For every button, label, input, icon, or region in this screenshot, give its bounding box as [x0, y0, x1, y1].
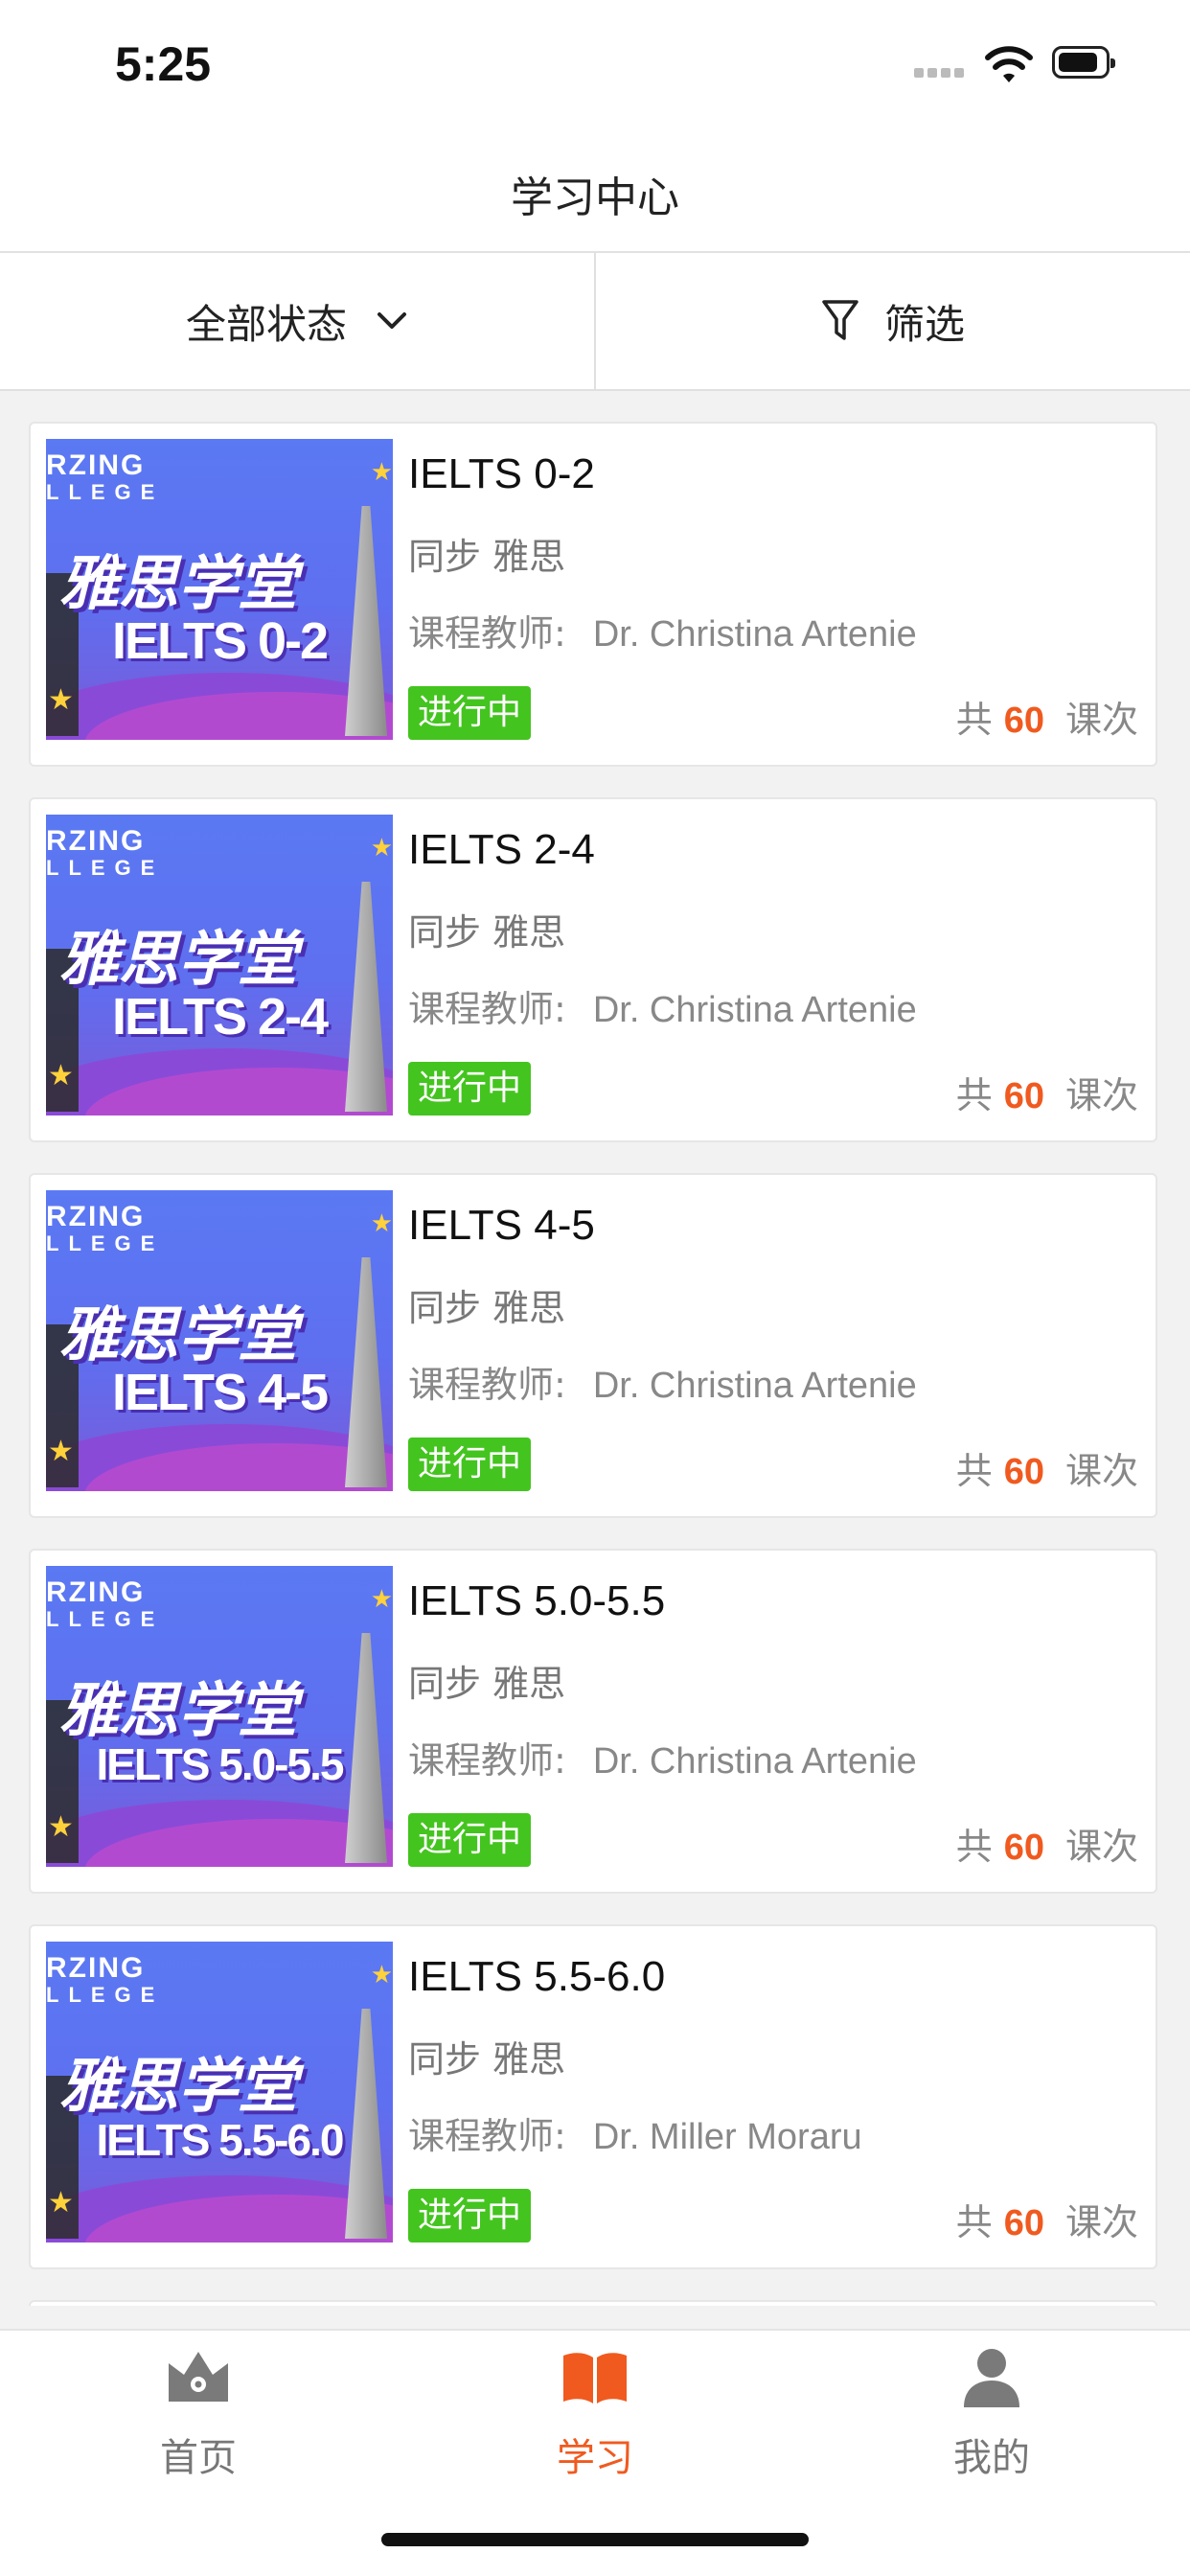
star-icon: ★: [48, 683, 74, 717]
course-thumbnail: RZING LLEGE 雅思学堂 IELTS 4-5 ★ ★: [46, 1190, 393, 1491]
thumb-level: IELTS 5.0-5.5: [96, 1739, 345, 1789]
status-bar: 5:25: [0, 0, 1190, 126]
course-card[interactable]: RZING LLEGE 雅思学堂 IELTS 5.0-5.5 ★ ★ IELTS …: [29, 1549, 1157, 1894]
thumb-level: IELTS 4-5: [111, 1364, 329, 1421]
tab-home[interactable]: 首页: [0, 2331, 397, 2503]
course-thumbnail: RZING LLEGE 雅思学堂 IELTS 5.5-6.0 ★ ★: [46, 1942, 393, 2242]
open-book-icon: [563, 2353, 627, 2404]
user-icon: [964, 2349, 1019, 2407]
course-card[interactable]: RZING LLEGE 雅思学堂 IELTS 0-2 ★ ★ IELTS 0-2 …: [29, 422, 1157, 767]
course-title: IELTS 0-2: [408, 450, 595, 497]
lesson-count: 共 60 课次: [955, 1450, 1138, 1492]
thumb-brand: RZING LLEGE: [46, 1201, 165, 1256]
cellular-signal-icon: [914, 63, 968, 81]
chevron-down-icon: [378, 312, 406, 329]
course-subtitle: 同步 雅思: [408, 2038, 566, 2081]
course-teacher: 课程教师: Dr. Christina Artenie: [408, 1364, 917, 1406]
thumb-chinese-title: 雅思学堂: [59, 924, 298, 994]
star-icon: ★: [370, 458, 393, 487]
funnel-icon: [822, 300, 858, 340]
status-badge: 进行中: [408, 2189, 532, 2242]
thumb-chinese-title: 雅思学堂: [59, 1300, 298, 1369]
thumb-chinese-title: 雅思学堂: [59, 2051, 298, 2121]
battery-icon: [1052, 46, 1115, 79]
tab-study-label: 学习: [557, 2436, 633, 2480]
course-teacher: 课程教师: Dr. Christina Artenie: [408, 612, 917, 655]
course-title: IELTS 2-4: [408, 826, 595, 873]
course-subtitle: 同步 雅思: [408, 1663, 566, 1705]
home-indicator: [381, 2533, 809, 2546]
course-card[interactable]: RZING LLEGE 雅思学堂 IELTS 4-5 ★ ★ IELTS 4-5 …: [29, 1173, 1157, 1518]
thumb-brand: RZING LLEGE: [46, 1952, 165, 2008]
tab-profile-label: 我的: [953, 2436, 1030, 2480]
course-title: IELTS 5.5-6.0: [408, 1953, 666, 2000]
course-card[interactable]: RZING LLEGE 雅思学堂 IELTS 2-4 ★ ★ IELTS 2-4 …: [29, 797, 1157, 1142]
course-thumbnail: RZING LLEGE 雅思学堂 IELTS 0-2 ★ ★: [46, 439, 393, 740]
filter-label: 筛选: [883, 300, 965, 348]
filter-bar: 全部状态 筛选: [0, 253, 1190, 391]
thumb-chinese-title: 雅思学堂: [59, 1675, 298, 1745]
wifi-icon: [985, 46, 1033, 82]
course-teacher: 课程教师: Dr. Christina Artenie: [408, 988, 917, 1030]
star-icon: ★: [48, 1435, 74, 1468]
thumb-level: IELTS 0-2: [111, 612, 329, 670]
status-filter-label: 全部状态: [185, 300, 347, 348]
status-time: 5:25: [115, 37, 212, 91]
crown-home-icon: [169, 2352, 228, 2402]
course-thumbnail: RZING LLEGE 雅思学堂 IELTS 5.0-5.5 ★ ★: [46, 1566, 393, 1867]
thumb-chinese-title: 雅思学堂: [59, 548, 298, 618]
course-subtitle: 同步 雅思: [408, 1287, 566, 1329]
status-badge: 进行中: [408, 1062, 532, 1116]
thumb-brand: RZING LLEGE: [46, 1576, 165, 1632]
course-thumbnail: RZING LLEGE 雅思学堂 IELTS 2-4 ★ ★: [46, 815, 393, 1116]
filter-button[interactable]: 筛选: [596, 253, 1190, 389]
tab-home-label: 首页: [160, 2436, 237, 2480]
status-badge: 进行中: [408, 1813, 532, 1867]
star-icon: ★: [370, 1585, 393, 1614]
course-list[interactable]: RZING LLEGE 雅思学堂 IELTS 0-2 ★ ★ IELTS 0-2 …: [0, 391, 1190, 2306]
thumb-level: IELTS 2-4: [111, 988, 329, 1046]
thumb-brand: RZING LLEGE: [46, 825, 165, 881]
course-teacher: 课程教师: Dr. Christina Artenie: [408, 1739, 917, 1782]
course-title: IELTS 4-5: [408, 1202, 595, 1249]
course-subtitle: 同步 雅思: [408, 911, 566, 954]
lesson-count: 共 60 课次: [955, 1074, 1138, 1116]
lesson-count: 共 60 课次: [955, 1826, 1138, 1868]
thumb-level: IELTS 5.5-6.0: [96, 2115, 345, 2165]
course-card[interactable]: RZING LLEGE 雅思学堂 IELTS 5.5-6.0 ★ ★ IELTS …: [29, 1924, 1157, 2269]
page-title: 学习中心: [511, 173, 679, 222]
star-icon: ★: [370, 834, 393, 862]
lesson-count: 共 60 课次: [955, 2201, 1138, 2243]
thumb-brand: RZING LLEGE: [46, 449, 165, 505]
course-subtitle: 同步 雅思: [408, 536, 566, 578]
status-badge: 进行中: [408, 686, 532, 740]
course-card[interactable]: [29, 2300, 1157, 2306]
lesson-count: 共 60 课次: [955, 699, 1138, 741]
course-title: IELTS 5.0-5.5: [408, 1577, 666, 1624]
navigation-bar: 学习中心: [0, 126, 1190, 253]
tab-study[interactable]: 学习: [397, 2331, 793, 2503]
tab-profile[interactable]: 我的: [793, 2331, 1190, 2503]
star-icon: ★: [48, 1810, 74, 1844]
star-icon: ★: [48, 1059, 74, 1092]
star-icon: ★: [48, 2186, 74, 2220]
course-teacher: 课程教师: Dr. Miller Moraru: [408, 2115, 862, 2157]
status-filter-dropdown[interactable]: 全部状态: [0, 253, 594, 389]
star-icon: ★: [370, 1961, 393, 1990]
star-icon: ★: [370, 1209, 393, 1238]
status-badge: 进行中: [408, 1438, 532, 1491]
